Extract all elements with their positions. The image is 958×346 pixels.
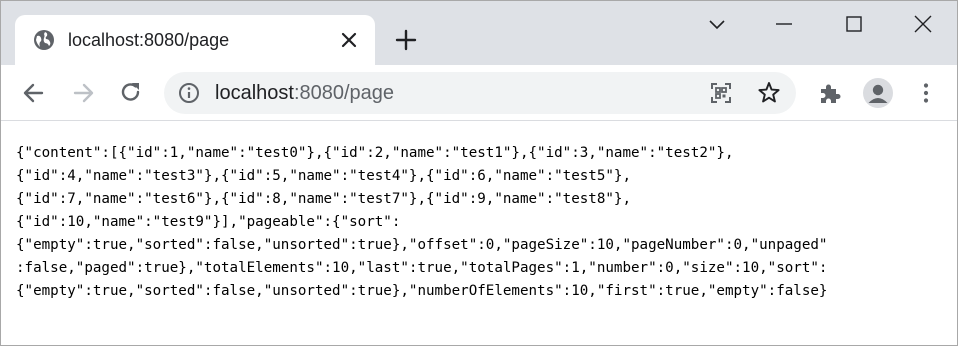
json-response-body: {"content":[{"id":1,"name":"test0"},{"id…: [16, 142, 946, 303]
json-line: {"content":[{"id":1,"name":"test0"},{"id…: [16, 145, 734, 161]
url-host: localhost: [215, 82, 294, 104]
star-icon[interactable]: [756, 80, 782, 106]
maximize-icon[interactable]: [843, 13, 865, 35]
minimize-icon[interactable]: [773, 13, 795, 35]
avatar-icon[interactable]: [863, 78, 893, 108]
tab-title: localhost:8080/page: [68, 30, 230, 50]
globe-icon: [33, 29, 55, 51]
json-line: {"id":4,"name":"test3"},{"id":5,"name":"…: [16, 168, 631, 184]
json-line: {"id":7,"name":"test6"},{"id":8,"name":"…: [16, 191, 631, 207]
json-line: :false,"paged":true},"totalElements":10,…: [16, 260, 828, 276]
toolbar: localhost:8080/page: [1, 65, 957, 121]
plus-icon[interactable]: [394, 28, 418, 52]
qr-code-icon[interactable]: [709, 81, 733, 105]
arrow-right-icon[interactable]: [70, 80, 96, 106]
kebab-menu-icon[interactable]: [913, 80, 939, 106]
chevron-down-icon[interactable]: [706, 13, 728, 35]
arrow-left-icon[interactable]: [21, 80, 47, 106]
browser-tab[interactable]: localhost:8080/page: [15, 15, 375, 65]
json-line: {"empty":true,"sorted":false,"unsorted":…: [16, 237, 828, 253]
json-line: {"empty":true,"sorted":false,"unsorted":…: [16, 283, 828, 299]
address-bar[interactable]: localhost:8080/page: [164, 72, 796, 114]
close-icon[interactable]: [912, 13, 934, 35]
json-line: {"id":10,"name":"test9"}],"pageable":{"s…: [16, 214, 401, 230]
close-tab-icon[interactable]: [338, 29, 360, 51]
info-icon[interactable]: [178, 82, 200, 104]
address-url[interactable]: localhost:8080/page: [215, 81, 394, 105]
puzzle-icon[interactable]: [817, 80, 843, 106]
browser-window: localhost:8080/page localhost:8080/page …: [0, 0, 958, 346]
url-port-path: :8080/page: [293, 82, 395, 104]
reload-icon[interactable]: [118, 79, 144, 105]
tab-strip: localhost:8080/page: [1, 1, 957, 65]
